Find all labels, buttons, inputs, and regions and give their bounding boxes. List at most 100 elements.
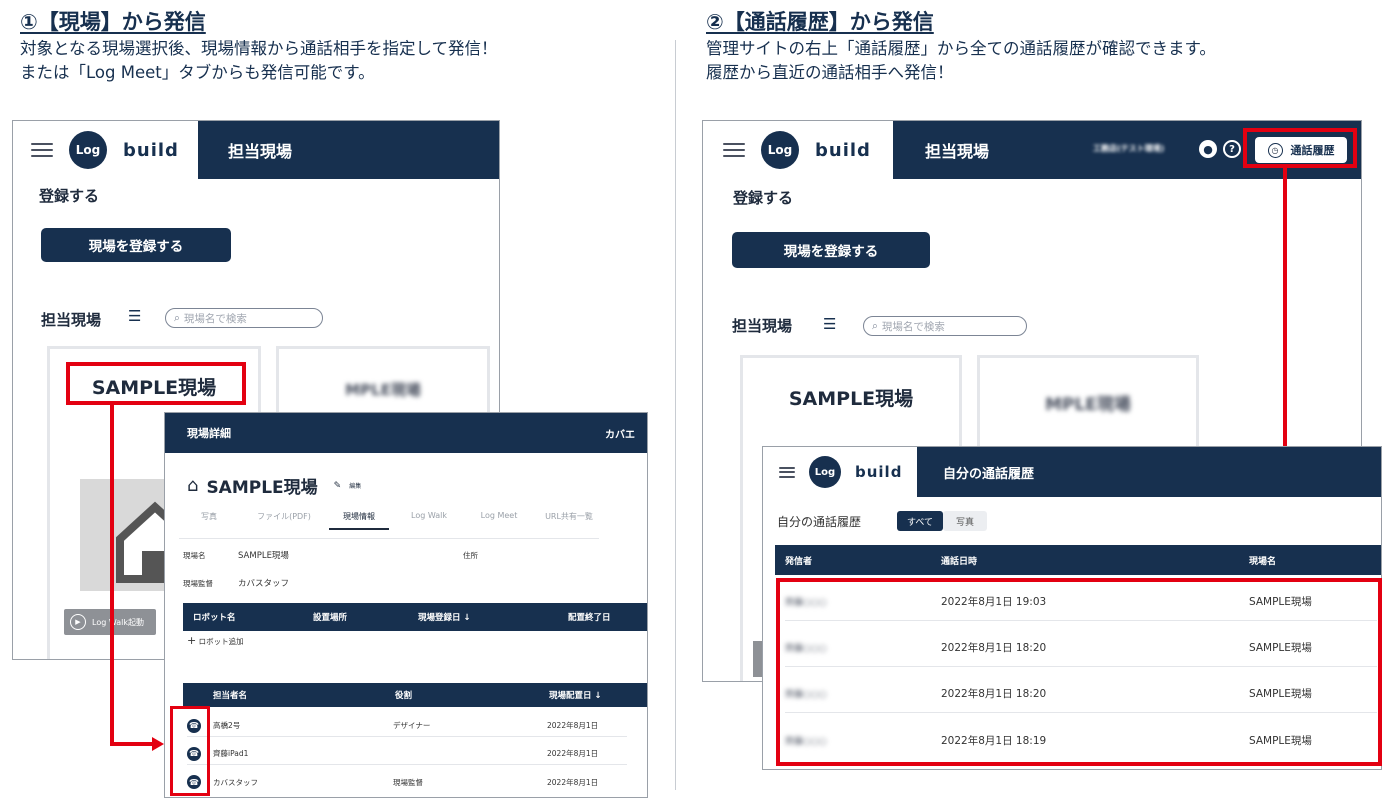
- list-view-icon[interactable]: ☰: [823, 315, 836, 333]
- robot-col-location: 設置場所: [313, 613, 348, 623]
- hamburger-icon[interactable]: [779, 466, 795, 478]
- history-col-datetime: 通話日時: [941, 556, 978, 567]
- list-view-icon[interactable]: ☰: [128, 307, 141, 325]
- register-label: 登録する: [733, 189, 794, 207]
- edit-icon[interactable]: ✎: [334, 481, 342, 491]
- staff-role: 現場監督: [393, 777, 423, 787]
- info-manager-value: カバスタッフ: [238, 579, 290, 589]
- filter-all-button[interactable]: すべて: [897, 511, 943, 531]
- right-desc-line1: 管理サイトの右上「通話履歴」から全ての通話履歴が確認できます。: [706, 39, 1216, 58]
- search-icon: ⌕: [872, 319, 878, 332]
- info-site-row: 現場名 SAMPLE現場 住所: [183, 549, 478, 562]
- robot-col-registered[interactable]: 現場登録日 ↓: [418, 611, 568, 623]
- site-detail-screenshot: 現場詳細 カバエ ⌂ SAMPLE現場 ✎ 編集 写真 ファイル(PDF) 現場…: [164, 412, 648, 798]
- staff-col-date[interactable]: 現場配置日 ↓: [549, 689, 602, 701]
- detail-site-title: SAMPLE現場: [206, 478, 318, 498]
- user-icon[interactable]: ●: [1199, 140, 1217, 158]
- register-site-button[interactable]: 現場を登録する: [41, 228, 231, 262]
- highlight-phone-icons: [170, 706, 210, 796]
- tab-files[interactable]: ファイル(PDF): [249, 511, 319, 530]
- highlight-history-button: [1243, 128, 1357, 168]
- highlight-site-card: [66, 362, 246, 405]
- staff-date: 2022年8月1日: [547, 777, 599, 787]
- info-address-label: 住所: [463, 550, 478, 560]
- arrow-head-right: [152, 737, 164, 751]
- company-name-blurred: 工務店(テスト環境): [1093, 144, 1165, 153]
- search-placeholder: 現場名で検索: [183, 312, 247, 325]
- tab-site-info[interactable]: 現場情報: [329, 511, 389, 530]
- info-manager-row: 現場監督 カバスタッフ: [183, 577, 290, 590]
- site-search-input[interactable]: ⌕ 現場名で検索: [863, 316, 1027, 336]
- edit-label[interactable]: 編集: [349, 481, 361, 490]
- history-col-caller: 発信者: [785, 556, 813, 567]
- section-divider: [675, 40, 676, 790]
- search-icon: ⌕: [174, 311, 180, 324]
- history-header: Log build 自分の通話履歴: [763, 447, 1381, 497]
- right-desc-line2: 履歴から直近の通話相手へ発信！: [706, 63, 954, 82]
- site-card-blurred[interactable]: MPLE現場: [977, 355, 1199, 455]
- left-desc-line2: または「Log Meet」タブからも発信可能です。: [20, 63, 375, 82]
- highlight-history-rows: [776, 578, 1382, 766]
- staff-col-role: 役割: [395, 691, 413, 701]
- staff-role: デザイナー: [393, 721, 431, 730]
- help-icon[interactable]: ?: [1223, 140, 1241, 158]
- register-site-button[interactable]: 現場を登録する: [732, 232, 930, 268]
- staff-name: 齊藤iPad1: [213, 749, 249, 758]
- history-col-site: 現場名: [1249, 556, 1277, 567]
- tab-url-share[interactable]: URL共有一覧: [539, 511, 599, 530]
- play-icon: ▶: [70, 614, 86, 630]
- staff-col-name: 担当者名: [213, 691, 248, 701]
- logo-text: build: [123, 139, 179, 161]
- robot-col-name: ロボット名: [193, 613, 236, 623]
- table-row: ☎ 高橋2号 デザイナー 2022年8月1日: [187, 715, 627, 737]
- nav-title: 担当現場: [925, 142, 990, 161]
- hamburger-icon[interactable]: [723, 143, 745, 157]
- table-row: ☎ カバスタッフ 現場監督 2022年8月1日: [187, 771, 627, 793]
- robot-col-end: 配置終了日: [568, 613, 611, 623]
- detail-header-company: カバエ: [605, 429, 635, 441]
- right-heading: ②【通話履歴】から発信: [706, 10, 934, 34]
- left-desc-line1: 対象となる現場選択後、現場情報から通話相手を指定して発信！: [20, 39, 498, 58]
- detail-title-row: ⌂ SAMPLE現場 ✎ 編集: [187, 473, 361, 498]
- info-site-label: 現場名: [183, 550, 206, 560]
- detail-tabs: 写真 ファイル(PDF) 現場情報 Log Walk Log Meet URL共…: [179, 511, 599, 539]
- plus-icon: +: [187, 634, 197, 647]
- filter-photo-button[interactable]: 写真: [943, 511, 987, 531]
- tab-logwalk[interactable]: Log Walk: [399, 511, 459, 530]
- search-placeholder: 現場名で検索: [881, 320, 945, 333]
- site-search-input[interactable]: ⌕ 現場名で検索: [165, 308, 323, 328]
- detail-header: 現場詳細 カバエ: [165, 413, 647, 453]
- logo-icon: Log: [809, 456, 841, 488]
- logo-text: build: [855, 463, 903, 481]
- staff-name: カバスタッフ: [213, 777, 258, 787]
- detail-header-title: 現場詳細: [187, 427, 231, 440]
- arrow-line-horizontal: [110, 742, 154, 746]
- history-nav-title: 自分の通話履歴: [943, 466, 1035, 482]
- tab-photo[interactable]: 写真: [179, 511, 239, 530]
- logo-text: build: [815, 139, 871, 161]
- history-page-label: 自分の通話履歴: [777, 515, 862, 529]
- info-manager-label: 現場監督: [183, 578, 213, 588]
- site-list-label: 担当現場: [41, 311, 102, 329]
- left-heading: ①【現場】から発信: [20, 10, 206, 34]
- site-card-title-blurred: MPLE現場: [345, 381, 421, 399]
- hamburger-icon[interactable]: [31, 143, 53, 157]
- site-card-title-blurred: MPLE現場: [1045, 395, 1131, 415]
- site-card-title: SAMPLE現場: [788, 388, 914, 410]
- robot-table-header: ロボット名 設置場所 現場登録日 ↓ 配置終了日: [183, 603, 647, 631]
- home-icon: ⌂: [187, 475, 199, 496]
- staff-name: 高橋2号: [213, 721, 241, 730]
- info-site-value: SAMPLE現場: [238, 551, 289, 561]
- add-robot-label: ロボット追加: [198, 637, 244, 646]
- arrow-line-vertical: [110, 405, 114, 746]
- add-robot-button[interactable]: + ロボット追加: [187, 634, 244, 647]
- tab-logmeet[interactable]: Log Meet: [469, 511, 529, 530]
- logo-icon: Log: [761, 131, 799, 169]
- nav-title: 担当現場: [228, 142, 293, 161]
- logwalk-start-label: Log Walk起動: [92, 617, 144, 627]
- staff-date: 2022年8月1日: [547, 749, 599, 758]
- staff-table-header: 担当者名 役割 現場配置日 ↓: [183, 683, 647, 707]
- left-app-header: Log build 担当現場: [13, 121, 499, 179]
- site-list-label: 担当現場: [732, 317, 793, 335]
- logo-icon: Log: [69, 131, 107, 169]
